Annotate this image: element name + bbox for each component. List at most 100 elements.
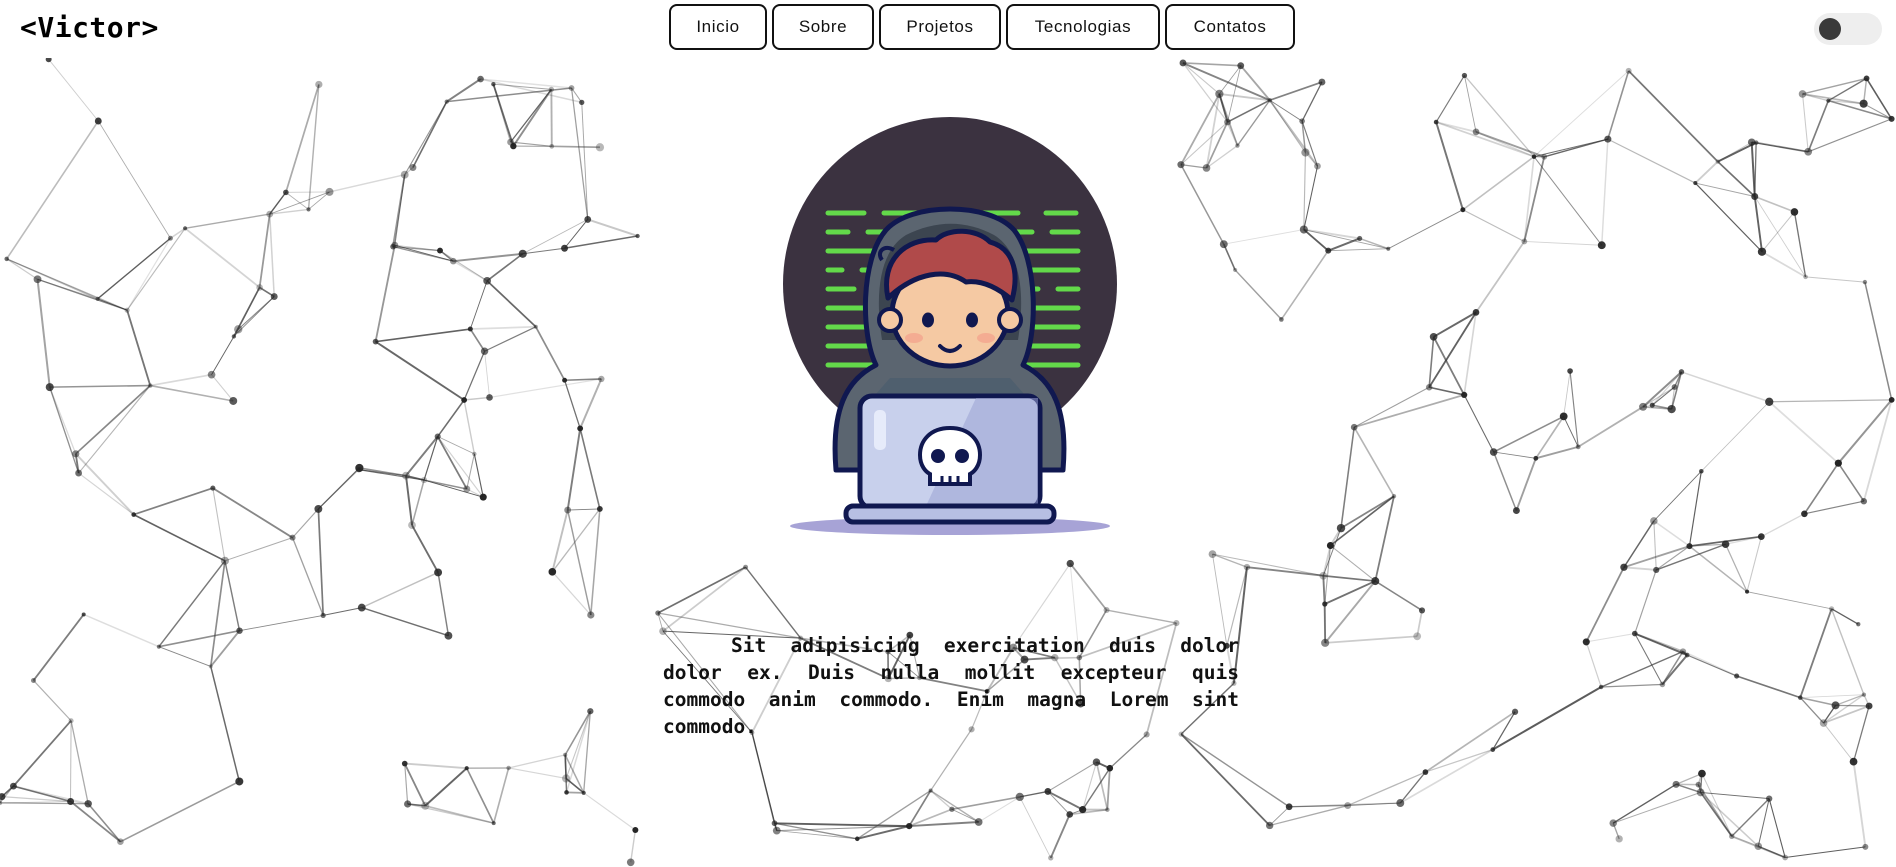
network-node <box>1092 758 1101 766</box>
network-node <box>1232 267 1238 273</box>
network-node <box>974 818 983 826</box>
network-node <box>1106 764 1114 772</box>
laptop-base <box>843 503 1057 525</box>
network-node <box>1567 368 1573 374</box>
network-line <box>1269 99 1303 122</box>
network-line <box>1653 520 1690 547</box>
network-node <box>1237 62 1245 70</box>
nav-contatos-button[interactable]: Contatos <box>1165 4 1295 50</box>
network-line <box>1754 142 1757 197</box>
network-line <box>70 720 89 804</box>
network-node <box>1066 811 1074 818</box>
network-node <box>1753 140 1759 145</box>
network-line <box>361 571 439 609</box>
nav-sobre-button[interactable]: Sobre <box>772 4 874 50</box>
network-line <box>1463 312 1477 396</box>
network-line <box>36 279 51 388</box>
network-node <box>1521 238 1528 245</box>
network-node <box>1490 747 1496 752</box>
network-line <box>1563 370 1571 417</box>
network-node <box>1678 369 1685 375</box>
network-line <box>1623 545 1690 569</box>
network-line <box>1324 580 1376 605</box>
network-node <box>131 512 137 517</box>
network-line <box>1823 722 1854 762</box>
network-node <box>1391 494 1397 499</box>
network-line <box>1340 495 1395 529</box>
network-node <box>208 664 213 669</box>
network-line <box>1180 164 1207 169</box>
header: <Victor> Inicio Sobre Projetos Tecnologi… <box>0 0 1896 58</box>
network-node <box>771 820 778 827</box>
network-node <box>1267 97 1273 103</box>
network-node <box>906 822 913 830</box>
network-node <box>210 485 216 491</box>
network-line <box>464 396 490 401</box>
network-line <box>0 802 89 805</box>
network-line <box>1823 705 1870 724</box>
page: <Victor> Inicio Sobre Projetos Tecnologi… <box>0 0 1896 867</box>
network-node <box>0 800 3 806</box>
network-line <box>551 571 592 616</box>
network-node <box>401 760 408 767</box>
network-line <box>1269 804 1348 827</box>
network-line <box>1577 406 1644 448</box>
network-line <box>1515 457 1537 511</box>
network-node <box>1862 843 1869 850</box>
network-line <box>1802 93 1809 152</box>
network-line <box>1435 75 1465 123</box>
network-node <box>1615 835 1623 843</box>
network-line <box>489 378 602 399</box>
network-node <box>1798 695 1803 700</box>
network-line <box>1800 694 1864 699</box>
network-node <box>1299 225 1308 234</box>
site-logo[interactable]: <Victor> <box>20 11 159 44</box>
network-node <box>1819 719 1828 727</box>
network-node <box>229 397 238 405</box>
nav-tecnologias-button[interactable]: Tecnologias <box>1006 4 1160 50</box>
network-node <box>1559 412 1568 421</box>
theme-toggle-knob <box>1819 18 1841 40</box>
network-line <box>150 384 234 402</box>
network-node <box>1693 181 1698 186</box>
network-line <box>212 487 294 539</box>
network-node <box>95 296 100 301</box>
network-line <box>1754 196 1806 278</box>
network-line <box>1435 121 1464 210</box>
network-line <box>469 280 488 330</box>
network-line <box>1353 426 1395 497</box>
network-line <box>522 247 565 255</box>
network-line <box>37 278 128 311</box>
network-line <box>1634 569 1657 634</box>
network-node <box>1103 607 1110 614</box>
network-node <box>587 611 595 619</box>
network-node <box>1319 571 1328 580</box>
nav-projetos-button[interactable]: Projetos <box>879 4 1001 50</box>
network-line <box>1433 311 1477 338</box>
network-node <box>596 506 603 512</box>
network-line <box>1212 553 1324 577</box>
network-node <box>235 777 244 786</box>
network-line <box>564 235 638 249</box>
network-line <box>133 513 226 562</box>
network-node <box>461 397 468 403</box>
network-line <box>291 537 324 616</box>
network-line <box>437 399 465 437</box>
network-line <box>1852 705 1870 762</box>
network-node <box>1609 819 1617 827</box>
network-line <box>78 385 151 474</box>
network-line <box>1607 138 1696 184</box>
network-line <box>292 508 319 539</box>
theme-toggle[interactable] <box>1814 13 1882 45</box>
network-line <box>745 566 802 639</box>
network-line <box>1234 269 1282 320</box>
network-line <box>1464 75 1477 132</box>
network-line <box>1432 336 1465 396</box>
network-line <box>6 120 99 260</box>
network-line <box>374 245 396 342</box>
network-line <box>564 380 581 429</box>
network-node <box>1888 115 1895 122</box>
network-node <box>1066 559 1074 568</box>
nav-inicio-button[interactable]: Inicio <box>669 4 767 50</box>
network-node <box>1048 855 1054 861</box>
